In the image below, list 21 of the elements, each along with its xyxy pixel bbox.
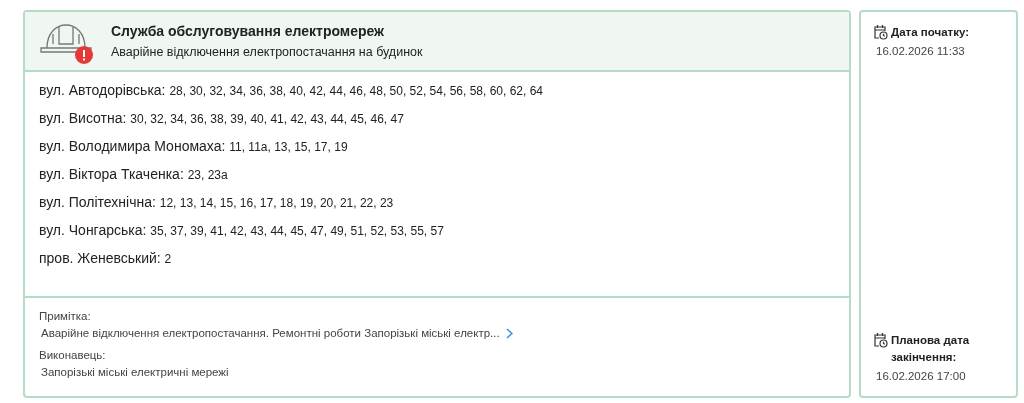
- end-date: 16.02.2026 17:00: [876, 370, 967, 382]
- address-line: вул. Чонгарська: 35, 37, 39, 41, 42, 43, 44, 45, 47, 49, 51, 52, 53, 55, 57: [39, 222, 445, 240]
- calendar-clock-icon: [873, 332, 888, 348]
- start-date-label: Дата початку:: [891, 25, 970, 40]
- note-text: Аварійне відключення електропостачання. Ремонтні роботи Запорізькі міські електр...: [41, 327, 500, 339]
- service-title: Служба обслуговування електромереж: [111, 23, 386, 39]
- note-label: Примітка:: [39, 310, 92, 322]
- address-line: вул. Віктора Ткаченка: 23, 23а: [39, 166, 229, 184]
- outage-type: Аварійне відключення електропостачання на будинок: [111, 45, 423, 59]
- end-date-label: Планова дата закінчення:: [891, 333, 971, 365]
- executor-text: Запорізькі міські електричні мережі: [41, 366, 230, 378]
- address-line: пров. Женевський: 2: [39, 250, 173, 268]
- address-line: вул. Володимира Мономаха: 11, 11а, 13, 15, 17, 19: [39, 138, 349, 156]
- executor-label: Виконавець:: [39, 349, 107, 361]
- address-line: вул. Політехнічна: 12, 13, 14, 15, 16, 17, 18, 19, 20, 21, 22, 23: [39, 194, 395, 212]
- helmet-icon: [39, 22, 93, 56]
- start-date: 16.02.2026 11:33: [876, 45, 966, 57]
- address-line: вул. Автодорівська: 28, 30, 32, 34, 36, 38, 40, 42, 44, 46, 48, 50, 52, 54, 56, 58, 60, 62, 64: [39, 82, 545, 100]
- chevron-icon[interactable]: [505, 327, 513, 339]
- calendar-clock-icon: [873, 24, 888, 40]
- address-line: вул. Висотна: 30, 32, 34, 36, 38, 39, 40, 41, 42, 43, 44, 45, 46, 47: [39, 110, 405, 128]
